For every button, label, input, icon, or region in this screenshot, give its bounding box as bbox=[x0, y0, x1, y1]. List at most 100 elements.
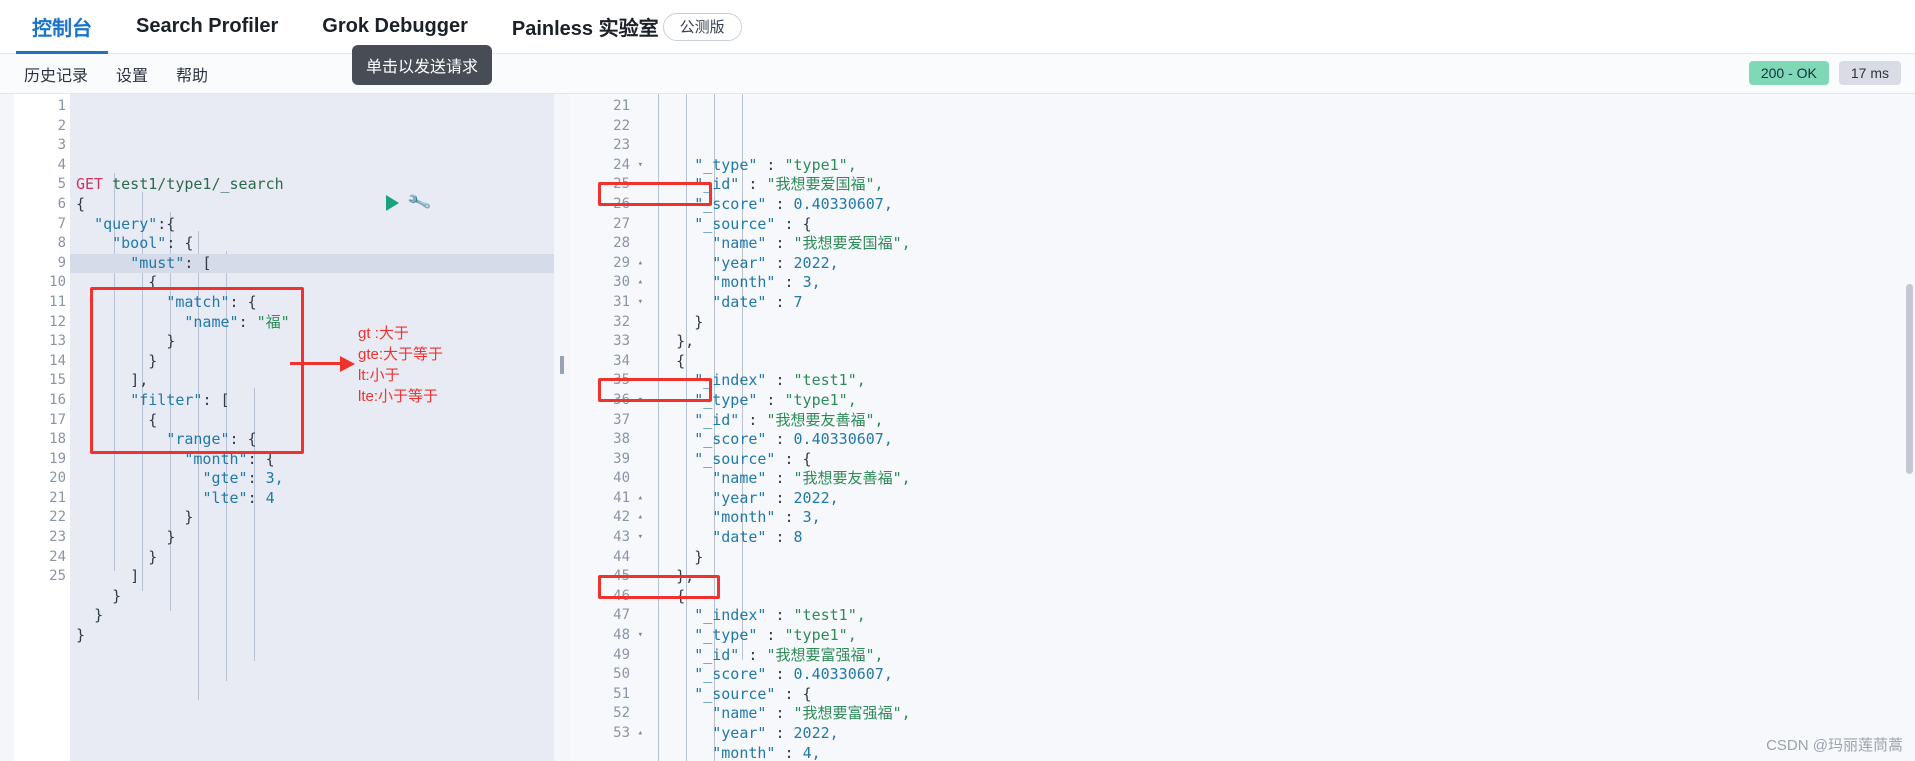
response-code-line[interactable]: "name" : "我想要富强福", bbox=[634, 704, 1915, 724]
request-code-line[interactable]: { bbox=[70, 273, 554, 293]
tab-console[interactable]: 控制台 bbox=[10, 0, 114, 54]
response-viewer-pane[interactable]: 21 22 23 24 ▾ 25 26 27 28 29 ▴ 30 ▴ 31 ▾ 32 33 34 35 36 ▾ 37 3… bbox=[570, 94, 1915, 761]
request-code-line[interactable]: } bbox=[70, 626, 554, 646]
code-token-str: "test1", bbox=[793, 371, 866, 390]
subnav-item-history[interactable]: 历史记录 bbox=[10, 62, 102, 86]
request-code-line[interactable]: "month": { bbox=[70, 450, 554, 470]
response-code-line[interactable]: "name" : "我想要爱国福", bbox=[634, 234, 1915, 254]
response-line-number: 21 bbox=[613, 98, 630, 114]
code-token-num: 2022, bbox=[793, 488, 839, 507]
request-code-line[interactable]: "filter": [ bbox=[70, 391, 554, 411]
request-code-line[interactable]: } bbox=[70, 508, 554, 528]
response-line-number: 31 ▾ bbox=[570, 293, 643, 313]
subnav-item-settings[interactable]: 设置 bbox=[102, 62, 162, 86]
response-code-line[interactable]: "_id" : "我想要爱国福", bbox=[634, 175, 1915, 195]
request-code-line[interactable]: "name": "福" bbox=[70, 313, 554, 333]
request-line-number: 12▴ bbox=[14, 313, 79, 333]
play-icon[interactable] bbox=[386, 195, 399, 211]
response-code-line[interactable]: "_type" : "type1", bbox=[634, 391, 1915, 411]
response-code-line[interactable]: "_score" : 0.40330607, bbox=[634, 665, 1915, 685]
request-code-line[interactable]: { bbox=[70, 195, 554, 215]
response-code-line[interactable]: "_index" : "test1", bbox=[634, 606, 1915, 626]
request-code-line[interactable]: { bbox=[70, 411, 554, 431]
response-code-line[interactable]: "_type" : "type1", bbox=[634, 156, 1915, 176]
code-token-key: "gte" bbox=[202, 469, 248, 488]
response-code-line[interactable]: "_source" : { bbox=[634, 215, 1915, 235]
response-line-number: 42 ▴ bbox=[570, 508, 643, 528]
pane-splitter[interactable] bbox=[558, 94, 566, 761]
request-code-line[interactable]: GET test1/type1/_search bbox=[70, 175, 554, 195]
request-line-number: 15▾ bbox=[14, 371, 79, 391]
code-token-num: 7 bbox=[793, 292, 803, 311]
beta-badge[interactable]: 公测版 bbox=[662, 12, 742, 41]
request-code-line[interactable]: "lte": 4 bbox=[70, 489, 554, 509]
response-code-line[interactable]: }, bbox=[634, 332, 1915, 352]
code-token-num: 4, bbox=[802, 743, 821, 761]
request-code-line[interactable]: } bbox=[70, 352, 554, 372]
response-code-line[interactable]: "_source" : { bbox=[634, 685, 1915, 705]
response-vertical-scrollbar[interactable] bbox=[1906, 284, 1913, 474]
request-code-line[interactable] bbox=[70, 156, 554, 176]
request-code-line[interactable]: } bbox=[70, 548, 554, 568]
response-code-line[interactable]: "year" : 2022, bbox=[634, 489, 1915, 509]
response-code-line[interactable]: "_score" : 0.40330607, bbox=[634, 195, 1915, 215]
request-editor-pane[interactable]: 1 2 3▾4▾5▾6▾7▾8▾9 10▴11▴12▴13▾14▾15▾16▾17 18… bbox=[14, 94, 554, 761]
response-code-line[interactable]: { bbox=[634, 587, 1915, 607]
request-code-line[interactable]: ], bbox=[70, 371, 554, 391]
code-token-key: "_index" bbox=[694, 371, 767, 390]
response-code-line[interactable]: "name" : "我想要友善福", bbox=[634, 469, 1915, 489]
request-code-area[interactable]: GET test1/type1/_search{ "query":{ "bool… bbox=[70, 94, 554, 761]
tab-search-profiler[interactable]: Search Profiler bbox=[114, 0, 300, 54]
response-code-line[interactable]: "date" : 8 bbox=[634, 528, 1915, 548]
code-token-num: 3, bbox=[802, 273, 821, 292]
response-code-line[interactable]: "date" : 7 bbox=[634, 293, 1915, 313]
subnav-item-help[interactable]: 帮助 bbox=[162, 62, 222, 86]
code-token-punc: } bbox=[148, 547, 158, 566]
request-code-line[interactable]: } bbox=[70, 606, 554, 626]
response-line-number: 52 bbox=[613, 705, 630, 722]
response-code-line[interactable]: "_type" : "type1", bbox=[634, 626, 1915, 646]
response-line-number: 53 ▴ bbox=[570, 724, 643, 744]
response-code-line[interactable]: "_source" : { bbox=[634, 450, 1915, 470]
status-badge-code: 200 - OK bbox=[1748, 61, 1829, 85]
response-code-line[interactable]: }, bbox=[634, 567, 1915, 587]
response-code-line[interactable]: { bbox=[634, 352, 1915, 372]
response-code-line[interactable]: } bbox=[634, 313, 1915, 333]
code-token-num: 0.40330607, bbox=[793, 665, 893, 684]
request-code-line[interactable]: } bbox=[70, 528, 554, 548]
request-code-line[interactable]: ] bbox=[70, 567, 554, 587]
watermark: CSDN @玛丽莲茼蒿 bbox=[1766, 737, 1903, 754]
response-code-line[interactable]: "_id" : "我想要富强福", bbox=[634, 646, 1915, 666]
response-code-line[interactable]: "month" : 3, bbox=[634, 508, 1915, 528]
wrench-icon[interactable]: 🔧 bbox=[406, 190, 433, 216]
response-code-line[interactable]: "_score" : 0.40330607, bbox=[634, 430, 1915, 450]
tab-painless-lab[interactable]: Painless 实验室 公测版 bbox=[490, 0, 764, 54]
response-code-area[interactable]: "_type" : "type1", "_id" : "我想要爱国福", "_s… bbox=[634, 94, 1915, 761]
request-code-line[interactable]: } bbox=[70, 332, 554, 352]
run-controls[interactable]: 🔧 bbox=[386, 190, 433, 216]
code-token-punc: : { bbox=[229, 430, 257, 449]
response-code-line[interactable]: } bbox=[634, 548, 1915, 568]
request-code-line[interactable]: "bool": { bbox=[70, 234, 554, 254]
response-code-line[interactable]: "_id" : "我想要友善福", bbox=[634, 411, 1915, 431]
request-code-line[interactable]: "query":{ bbox=[70, 215, 554, 235]
response-code-line[interactable]: "month" : 4, bbox=[634, 744, 1915, 761]
request-code-line[interactable]: } bbox=[70, 587, 554, 607]
response-code-line[interactable]: "month" : 3, bbox=[634, 273, 1915, 293]
request-editor[interactable]: 1 2 3▾4▾5▾6▾7▾8▾9 10▴11▴12▴13▾14▾15▾16▾17 18… bbox=[14, 94, 554, 761]
code-token-punc: : bbox=[739, 645, 767, 664]
response-code-line[interactable]: "_index" : "test1", bbox=[634, 371, 1915, 391]
response-code-line[interactable]: "year" : 2022, bbox=[634, 254, 1915, 274]
code-token-punc: : bbox=[766, 469, 794, 488]
request-code-line[interactable]: "gte": 3, bbox=[70, 469, 554, 489]
request-code-line[interactable]: "match": { bbox=[70, 293, 554, 313]
splitter-grip-icon[interactable] bbox=[560, 356, 564, 374]
request-code-line[interactable]: "range": { bbox=[70, 430, 554, 450]
response-line-number: 40 bbox=[613, 470, 630, 487]
request-line-number: 16▾ bbox=[14, 391, 79, 411]
request-code-line[interactable]: "must": [ bbox=[70, 253, 554, 274]
response-code-line[interactable]: "year" : 2022, bbox=[634, 724, 1915, 744]
